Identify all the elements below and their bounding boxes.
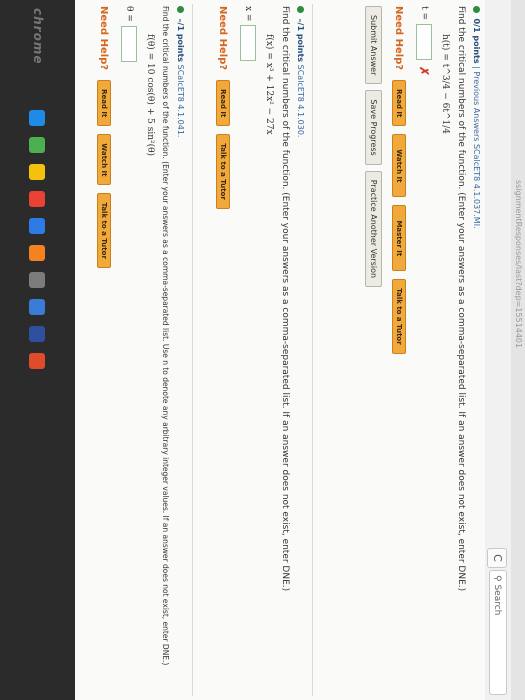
talk-to-tutor-button[interactable]: Talk to a Tutor bbox=[392, 279, 406, 354]
search-placeholder: Search bbox=[492, 584, 502, 616]
edge-icon[interactable] bbox=[29, 218, 45, 234]
address-bar[interactable]: ssignmentResponses/last?dep=15514401 bbox=[511, 0, 525, 700]
question-1-points: 0/1 points bbox=[472, 18, 481, 64]
question-2-answer-row: x = bbox=[240, 6, 256, 694]
submit-answer-button[interactable]: Submit Answer bbox=[365, 6, 382, 85]
app-icon[interactable] bbox=[29, 353, 45, 369]
question-2: –/1 points SCalcET8 4.1.030. Find the cr… bbox=[216, 6, 305, 694]
question-2-points: –/1 points bbox=[296, 18, 305, 63]
question-3-answer-label: θ = bbox=[124, 6, 134, 22]
settings-icon[interactable] bbox=[29, 272, 45, 288]
previous-answers-link[interactable]: Previous Answers bbox=[472, 71, 481, 141]
word-icon[interactable] bbox=[29, 326, 45, 342]
search-icon[interactable] bbox=[29, 137, 45, 153]
store-icon[interactable] bbox=[29, 299, 45, 315]
need-help-label: Need Help? bbox=[217, 6, 229, 71]
question-1-actions: Submit Answer Save Progress Practice Ano… bbox=[365, 6, 382, 694]
explorer-icon[interactable] bbox=[29, 164, 45, 180]
question-3-help-row: Need Help? Read It Watch It Talk to a Tu… bbox=[97, 6, 111, 694]
question-1-ref: SCalcET8 4.1.037.MI. bbox=[472, 143, 481, 229]
windows-start-icon[interactable] bbox=[29, 110, 45, 126]
question-3-prompt: Find the critical numbers of the functio… bbox=[161, 6, 170, 666]
status-dot-icon bbox=[473, 6, 480, 13]
save-progress-button[interactable]: Save Progress bbox=[365, 90, 382, 165]
question-1-help-row: Need Help? Read It Watch It Master It Ta… bbox=[392, 6, 406, 694]
question-1-formula: h(t) = t^3/4 − 6t^1/4 bbox=[440, 34, 450, 134]
question-2-formula: f(x) = x³ + 12x² − 27x bbox=[264, 34, 274, 135]
question-2-header: –/1 points SCalcET8 4.1.030. bbox=[296, 6, 305, 694]
watch-it-button[interactable]: Watch It bbox=[392, 134, 406, 198]
status-dot-icon bbox=[297, 6, 304, 13]
question-3-points: –/1 points bbox=[176, 18, 185, 63]
practice-another-version-button[interactable]: Practice Another Version bbox=[365, 170, 382, 288]
talk-to-tutor-button[interactable]: Talk to a Tutor bbox=[97, 193, 111, 268]
master-it-button[interactable]: Master It bbox=[392, 205, 406, 272]
question-1-answer-input[interactable] bbox=[416, 24, 432, 61]
question-2-answer-input[interactable] bbox=[240, 25, 256, 62]
refresh-icon[interactable]: C bbox=[487, 548, 507, 568]
question-2-help-row: Need Help? Read It Talk to a Tutor bbox=[216, 6, 230, 694]
os-taskbar: chrome bbox=[0, 0, 75, 700]
question-1-answer-row: t = ✗ bbox=[416, 6, 432, 694]
question-3-ref: SCalcET8 4.1.041. bbox=[176, 64, 185, 138]
question-3-answer-row: θ = bbox=[121, 6, 137, 694]
assignment-page: 0/1 points | Previous Answers SCalcET8 4… bbox=[75, 0, 485, 700]
browser-search-input[interactable]: ⚲ Search bbox=[489, 570, 507, 695]
watch-it-button[interactable]: Watch It bbox=[97, 134, 111, 186]
question-3-header: –/1 points SCalcET8 4.1.041. bbox=[176, 6, 185, 694]
chrome-icon[interactable] bbox=[29, 191, 45, 207]
read-it-button[interactable]: Read It bbox=[97, 80, 111, 127]
question-1-answer-label: t = bbox=[419, 6, 429, 21]
read-it-button[interactable]: Read It bbox=[392, 80, 406, 127]
question-3: –/1 points SCalcET8 4.1.041. Find the cr… bbox=[97, 6, 185, 694]
url-text: ssignmentResponses/last?dep=15514401 bbox=[514, 180, 523, 349]
question-2-ref: SCalcET8 4.1.030. bbox=[296, 64, 305, 138]
need-help-label: Need Help? bbox=[393, 6, 405, 71]
question-1-prompt: Find the critical numbers of the functio… bbox=[456, 6, 466, 592]
talk-to-tutor-button[interactable]: Talk to a Tutor bbox=[216, 134, 230, 209]
browser-toolbar: C ⚲ Search bbox=[484, 0, 511, 700]
question-1: 0/1 points | Previous Answers SCalcET8 4… bbox=[365, 6, 481, 694]
question-1-header: 0/1 points | Previous Answers SCalcET8 4… bbox=[472, 6, 481, 694]
question-2-prompt: Find the critical numbers of the functio… bbox=[280, 6, 290, 592]
divider bbox=[312, 4, 313, 696]
firefox-icon[interactable] bbox=[29, 245, 45, 261]
divider bbox=[192, 4, 193, 696]
question-3-answer-input[interactable] bbox=[121, 25, 137, 62]
rotated-browser-window: ssignmentResponses/last?dep=15514401 C ⚲… bbox=[0, 0, 525, 700]
question-3-formula: f(θ) = 10 cos(θ) + 5 sin²(θ) bbox=[145, 34, 155, 157]
question-2-answer-label: x = bbox=[243, 6, 253, 22]
status-dot-icon bbox=[177, 6, 184, 13]
need-help-label: Need Help? bbox=[98, 6, 110, 71]
incorrect-x-icon: ✗ bbox=[417, 66, 431, 77]
read-it-button[interactable]: Read It bbox=[216, 80, 230, 127]
laptop-brand-logo: chrome bbox=[31, 8, 45, 65]
